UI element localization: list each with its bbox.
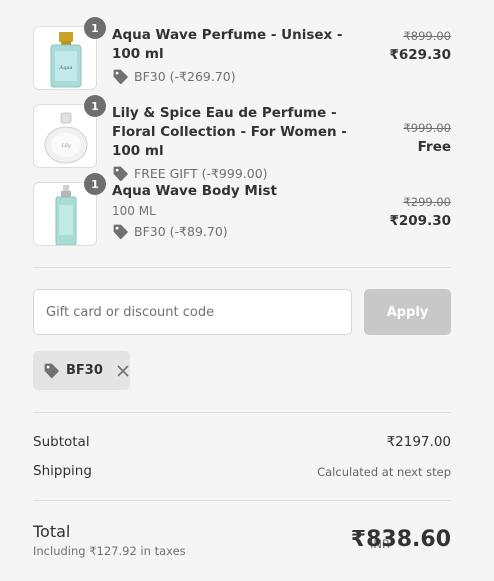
product-name: Lily & Spice Eau de Perfume - Floral Col…	[112, 105, 347, 159]
total-value: ₹838.60	[350, 527, 451, 552]
quantity-badge: 1	[84, 173, 106, 195]
original-price: ₹899.00	[403, 29, 451, 43]
subtotal-label: Subtotal	[33, 434, 90, 450]
total-label: Total	[33, 522, 71, 541]
discount-allocation: FREE GIFT (-₹999.00)	[112, 165, 362, 182]
discount-allocation: BF30 (-₹269.70)	[112, 68, 362, 85]
divider	[33, 267, 451, 268]
product-name: Aqua Wave Perfume - Unisex - 100 ml	[112, 27, 343, 62]
final-price: ₹209.30	[389, 213, 452, 229]
apply-button[interactable]: Apply	[364, 289, 451, 335]
applied-code-label: BF30	[66, 363, 103, 378]
tag-icon	[112, 165, 129, 182]
tag-icon	[43, 362, 60, 379]
svg-text:Aqua: Aqua	[58, 65, 72, 71]
final-price: ₹629.30	[389, 47, 452, 63]
discount-text: BF30 (-₹269.70)	[134, 69, 236, 84]
discount-allocation: BF30 (-₹89.70)	[112, 223, 362, 240]
tag-icon	[112, 223, 129, 240]
quantity-badge: 1	[84, 17, 106, 39]
final-price: Free	[417, 139, 451, 155]
divider	[33, 500, 451, 501]
discount-code-input[interactable]	[33, 289, 352, 335]
divider	[33, 412, 451, 413]
product-variant: 100 ML	[112, 204, 156, 218]
original-price: ₹299.00	[403, 195, 451, 209]
discount-text: FREE GIFT (-₹999.00)	[134, 166, 268, 181]
original-price: ₹999.00	[403, 121, 451, 135]
product-name: Aqua Wave Body Mist	[112, 183, 277, 199]
close-icon[interactable]	[117, 364, 130, 378]
quantity-badge: 1	[84, 95, 106, 117]
discount-text: BF30 (-₹89.70)	[134, 224, 228, 239]
tag-icon	[112, 68, 129, 85]
subtotal-value: ₹2197.00	[386, 434, 451, 450]
taxes-note: Including ₹127.92 in taxes	[33, 544, 186, 558]
shipping-value: Calculated at next step	[317, 465, 451, 479]
svg-text:Lily: Lily	[60, 143, 71, 149]
applied-discount-chip: BF30	[33, 351, 130, 390]
shipping-label: Shipping	[33, 463, 92, 479]
